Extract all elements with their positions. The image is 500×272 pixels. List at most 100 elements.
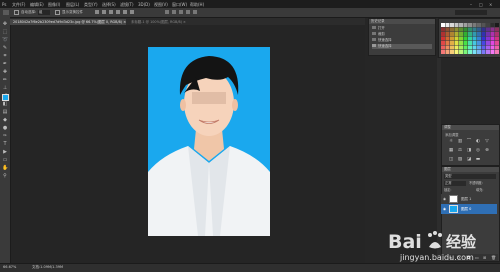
curves-icon[interactable]: ⌒ <box>466 139 472 145</box>
swatch-cell[interactable] <box>495 36 499 41</box>
black-white-icon[interactable]: ◨ <box>466 148 472 154</box>
minimize-icon[interactable]: – <box>470 2 472 7</box>
history-row[interactable]: 快速选择 <box>372 38 392 43</box>
brush-tool-icon[interactable]: ✏ <box>2 77 8 83</box>
photo-filter-icon[interactable]: ◎ <box>475 148 481 154</box>
swatch-cell[interactable] <box>450 36 454 41</box>
auto-select-dropdown[interactable]: 组 <box>38 10 50 15</box>
3d-mode-icons[interactable] <box>165 10 210 15</box>
swatch-cell[interactable] <box>486 36 490 41</box>
swatch-cell[interactable] <box>490 45 495 50</box>
swatch-cell[interactable] <box>486 41 490 45</box>
swatch-cell[interactable] <box>490 23 495 27</box>
blur-tool-icon[interactable]: ◆ <box>2 117 8 123</box>
dodge-tool-icon[interactable]: ● <box>2 125 8 131</box>
eyedropper-tool-icon[interactable]: ✒ <box>2 61 8 67</box>
swatch-cell[interactable] <box>463 23 468 27</box>
swatch-cell[interactable] <box>481 27 486 32</box>
workspace-dropdown[interactable] <box>455 10 487 15</box>
swatch-cell[interactable] <box>450 23 454 27</box>
swatch-cell[interactable] <box>450 27 454 32</box>
visibility-eye-icon[interactable]: ◉ <box>443 197 447 201</box>
lasso-tool-icon[interactable]: ➰ <box>2 37 8 43</box>
swatch-cell[interactable] <box>477 27 481 32</box>
swatch-cell[interactable] <box>481 32 486 36</box>
swatch-cell[interactable] <box>468 50 472 54</box>
swatch-cell[interactable] <box>486 45 490 50</box>
swatch-cell[interactable] <box>468 36 472 41</box>
swatch-cell[interactable] <box>450 32 454 36</box>
foreground-color-swatch[interactable] <box>2 94 9 101</box>
type-tool-icon[interactable]: T <box>2 141 8 147</box>
swatch-cell[interactable] <box>450 50 454 54</box>
swatch-cell[interactable] <box>472 36 477 41</box>
marquee-tool-icon[interactable]: ⬚ <box>2 29 8 35</box>
swatch-cell[interactable] <box>468 27 472 32</box>
gradient-tool-icon[interactable]: ▤ <box>2 109 8 115</box>
swatch-cell[interactable] <box>459 27 463 32</box>
swatch-cell[interactable] <box>441 32 445 36</box>
swatch-cell[interactable] <box>472 41 477 45</box>
swatch-cell[interactable] <box>481 45 486 50</box>
history-row[interactable]: 打开 <box>372 26 385 31</box>
layer-row[interactable]: ◉ 图层 1 <box>441 194 497 204</box>
shape-tool-icon[interactable]: ▭ <box>2 157 8 163</box>
swatch-cell[interactable] <box>477 45 481 50</box>
swatch-cell[interactable] <box>454 50 459 54</box>
gradient-map-icon[interactable]: ▬ <box>475 157 481 163</box>
quick-select-tool-icon[interactable]: ✎ <box>2 45 8 51</box>
swatch-cell[interactable] <box>441 50 445 54</box>
swatch-cell[interactable] <box>459 36 463 41</box>
hue-saturation-icon[interactable]: ▦ <box>448 148 454 154</box>
zoom-tool-icon[interactable]: ⚲ <box>2 173 8 179</box>
swatch-cell[interactable] <box>472 32 477 36</box>
swatch-cell[interactable] <box>445 23 450 27</box>
maximize-icon[interactable]: □ <box>479 2 483 7</box>
zoom-level[interactable]: 66.67% <box>3 265 16 269</box>
swatch-cell[interactable] <box>490 27 495 32</box>
swatch-cell[interactable] <box>459 41 463 45</box>
swatch-cell[interactable] <box>454 23 459 27</box>
swatch-cell[interactable] <box>486 23 490 27</box>
swatch-cell[interactable] <box>477 41 481 45</box>
swatch-cell[interactable] <box>454 32 459 36</box>
layer-kind-filter[interactable]: 类型 <box>444 174 496 179</box>
swatch-cell[interactable] <box>459 45 463 50</box>
swatch-cell[interactable] <box>454 41 459 45</box>
history-row-selected[interactable]: 快速选择 <box>372 44 432 49</box>
swatch-cell[interactable] <box>441 27 445 32</box>
brightness-icon[interactable]: ☼ <box>448 139 454 145</box>
swatch-cell[interactable] <box>463 36 468 41</box>
swatch-cell[interactable] <box>463 45 468 50</box>
swatch-cell[interactable] <box>445 36 450 41</box>
hand-tool-icon[interactable]: ✋ <box>2 165 8 171</box>
swatch-cell[interactable] <box>486 32 490 36</box>
swatch-cell[interactable] <box>450 45 454 50</box>
clone-stamp-tool-icon[interactable]: ⊥ <box>2 85 8 91</box>
swatch-cell[interactable] <box>445 50 450 54</box>
swatch-cell[interactable] <box>477 50 481 54</box>
swatch-cell[interactable] <box>454 36 459 41</box>
swatch-cell[interactable] <box>486 27 490 32</box>
swatch-cell[interactable] <box>441 41 445 45</box>
swatch-cell[interactable] <box>463 50 468 54</box>
swatch-cell[interactable] <box>495 27 499 32</box>
layer-row-selected[interactable]: ◉ 图层 0 <box>441 204 497 214</box>
swatch-cell[interactable] <box>450 41 454 45</box>
swatch-cell[interactable] <box>495 23 499 27</box>
swatch-cell[interactable] <box>477 23 481 27</box>
swatch-cell[interactable] <box>472 45 477 50</box>
posterize-icon[interactable]: ▨ <box>457 157 463 163</box>
align-icons[interactable] <box>95 10 155 15</box>
swatch-cell[interactable] <box>468 23 472 27</box>
swatch-cell[interactable] <box>468 32 472 36</box>
swatch-cell[interactable] <box>495 41 499 45</box>
swatch-cell[interactable] <box>481 36 486 41</box>
swatch-cell[interactable] <box>441 45 445 50</box>
swatch-cell[interactable] <box>481 50 486 54</box>
swatch-cell[interactable] <box>472 23 477 27</box>
swatch-cell[interactable] <box>468 41 472 45</box>
swatch-cell[interactable] <box>495 32 499 36</box>
swatch-cell[interactable] <box>445 45 450 50</box>
path-select-tool-icon[interactable]: ▶ <box>2 149 8 155</box>
